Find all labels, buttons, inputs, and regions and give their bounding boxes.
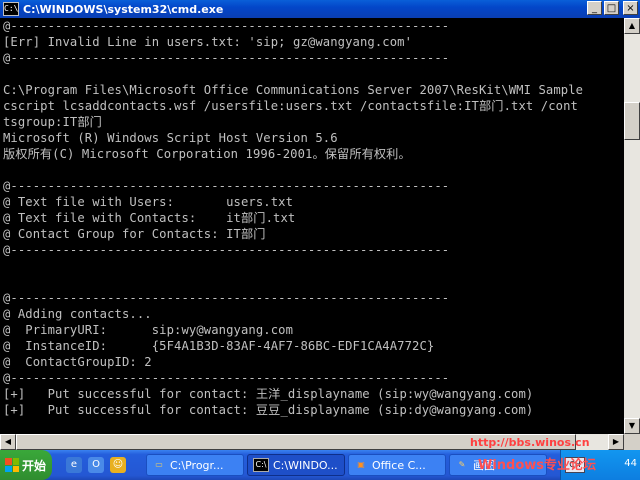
console-line: cscript lcsaddcontacts.wsf /usersfile:us… xyxy=(3,99,578,113)
watermark-text: Windows专业论坛 xyxy=(478,458,597,473)
vertical-scrollbar[interactable]: ▲ ▼ xyxy=(624,18,640,434)
minimize-button[interactable]: _ xyxy=(587,1,602,15)
folder-icon: ▭ xyxy=(155,460,163,469)
outlook-icon[interactable]: O xyxy=(88,457,104,473)
task-label: C:\WINDO... xyxy=(273,458,338,472)
task-button-explorer[interactable]: ▭ C:\Progr... xyxy=(146,454,244,476)
scrollbar-corner xyxy=(624,434,640,450)
console-line: @---------------------------------------… xyxy=(3,19,450,33)
console-line: @ Text file with Contacts: it部门.txt xyxy=(3,211,296,225)
task-button-cmd[interactable]: C:\ C:\WINDO... xyxy=(247,454,345,476)
task-label: C:\Progr... xyxy=(170,458,224,472)
windows-logo-icon xyxy=(5,458,19,472)
scroll-left-button[interactable]: ◀ xyxy=(0,434,16,450)
console-line: @---------------------------------------… xyxy=(3,51,450,65)
scroll-up-button[interactable]: ▲ xyxy=(624,18,640,34)
console-line: @---------------------------------------… xyxy=(3,371,450,385)
paint-icon: ✎ xyxy=(458,460,466,469)
scroll-right-button[interactable]: ▶ xyxy=(608,434,624,450)
console-line: [+] Put successful for contact: 王洋_displ… xyxy=(3,387,534,401)
console-line: C:\Program Files\Microsoft Office Commun… xyxy=(3,83,584,97)
close-button[interactable]: × xyxy=(623,1,638,15)
console-output[interactable]: @---------------------------------------… xyxy=(0,18,624,434)
console-line: @ ContactGroupID: 2 xyxy=(3,355,152,369)
title-bar[interactable]: C:\ C:\WINDOWS\system32\cmd.exe _ □ × xyxy=(0,0,640,18)
task-label: Office C... xyxy=(372,458,426,472)
console-line: 版权所有(C) Microsoft Corporation 1996-2001。… xyxy=(3,147,411,161)
console-line: [Err] Invalid Line in users.txt: 'sip; g… xyxy=(3,35,413,49)
window-controls: _ □ × xyxy=(587,1,638,15)
console-line: @ Adding contacts... xyxy=(3,307,152,321)
maximize-button[interactable]: □ xyxy=(604,1,619,15)
console-line: @---------------------------------------… xyxy=(3,291,450,305)
start-button[interactable]: 开始 xyxy=(0,450,52,480)
scroll-down-button[interactable]: ▼ xyxy=(624,418,640,434)
window-title: C:\WINDOWS\system32\cmd.exe xyxy=(23,2,224,16)
clock[interactable]: 44 xyxy=(624,458,637,469)
messenger-icon[interactable]: ☺ xyxy=(110,457,126,473)
office-icon: ▣ xyxy=(357,460,365,469)
task-button-office[interactable]: ▣ Office C... xyxy=(348,454,446,476)
console-line: @---------------------------------------… xyxy=(3,179,450,193)
console-line: @ Contact Group for Contacts: IT部门 xyxy=(3,227,266,241)
start-label: 开始 xyxy=(22,458,47,473)
console-line: @ InstanceID: {5F4A1B3D-83AF-4AF7-86BC-E… xyxy=(3,339,435,353)
console-line: [+] Put successful for contact: 豆豆_displ… xyxy=(3,403,534,417)
cmd-window-icon[interactable]: C:\ xyxy=(3,2,19,16)
ie-icon[interactable]: e xyxy=(66,457,82,473)
vertical-scroll-thumb[interactable] xyxy=(624,102,640,140)
cmd-icon: C:\ xyxy=(253,458,269,472)
watermark-url: http://bbs.winos.cn xyxy=(470,436,590,449)
console-line: @ PrimaryURI: sip:wy@wangyang.com xyxy=(3,323,294,337)
console-line: tsgroup:IT部门 xyxy=(3,115,102,129)
console-line: @---------------------------------------… xyxy=(3,243,450,257)
console-line: @ Text file with Users: users.txt xyxy=(3,195,294,209)
console-line: Microsoft (R) Windows Script Host Versio… xyxy=(3,131,338,145)
